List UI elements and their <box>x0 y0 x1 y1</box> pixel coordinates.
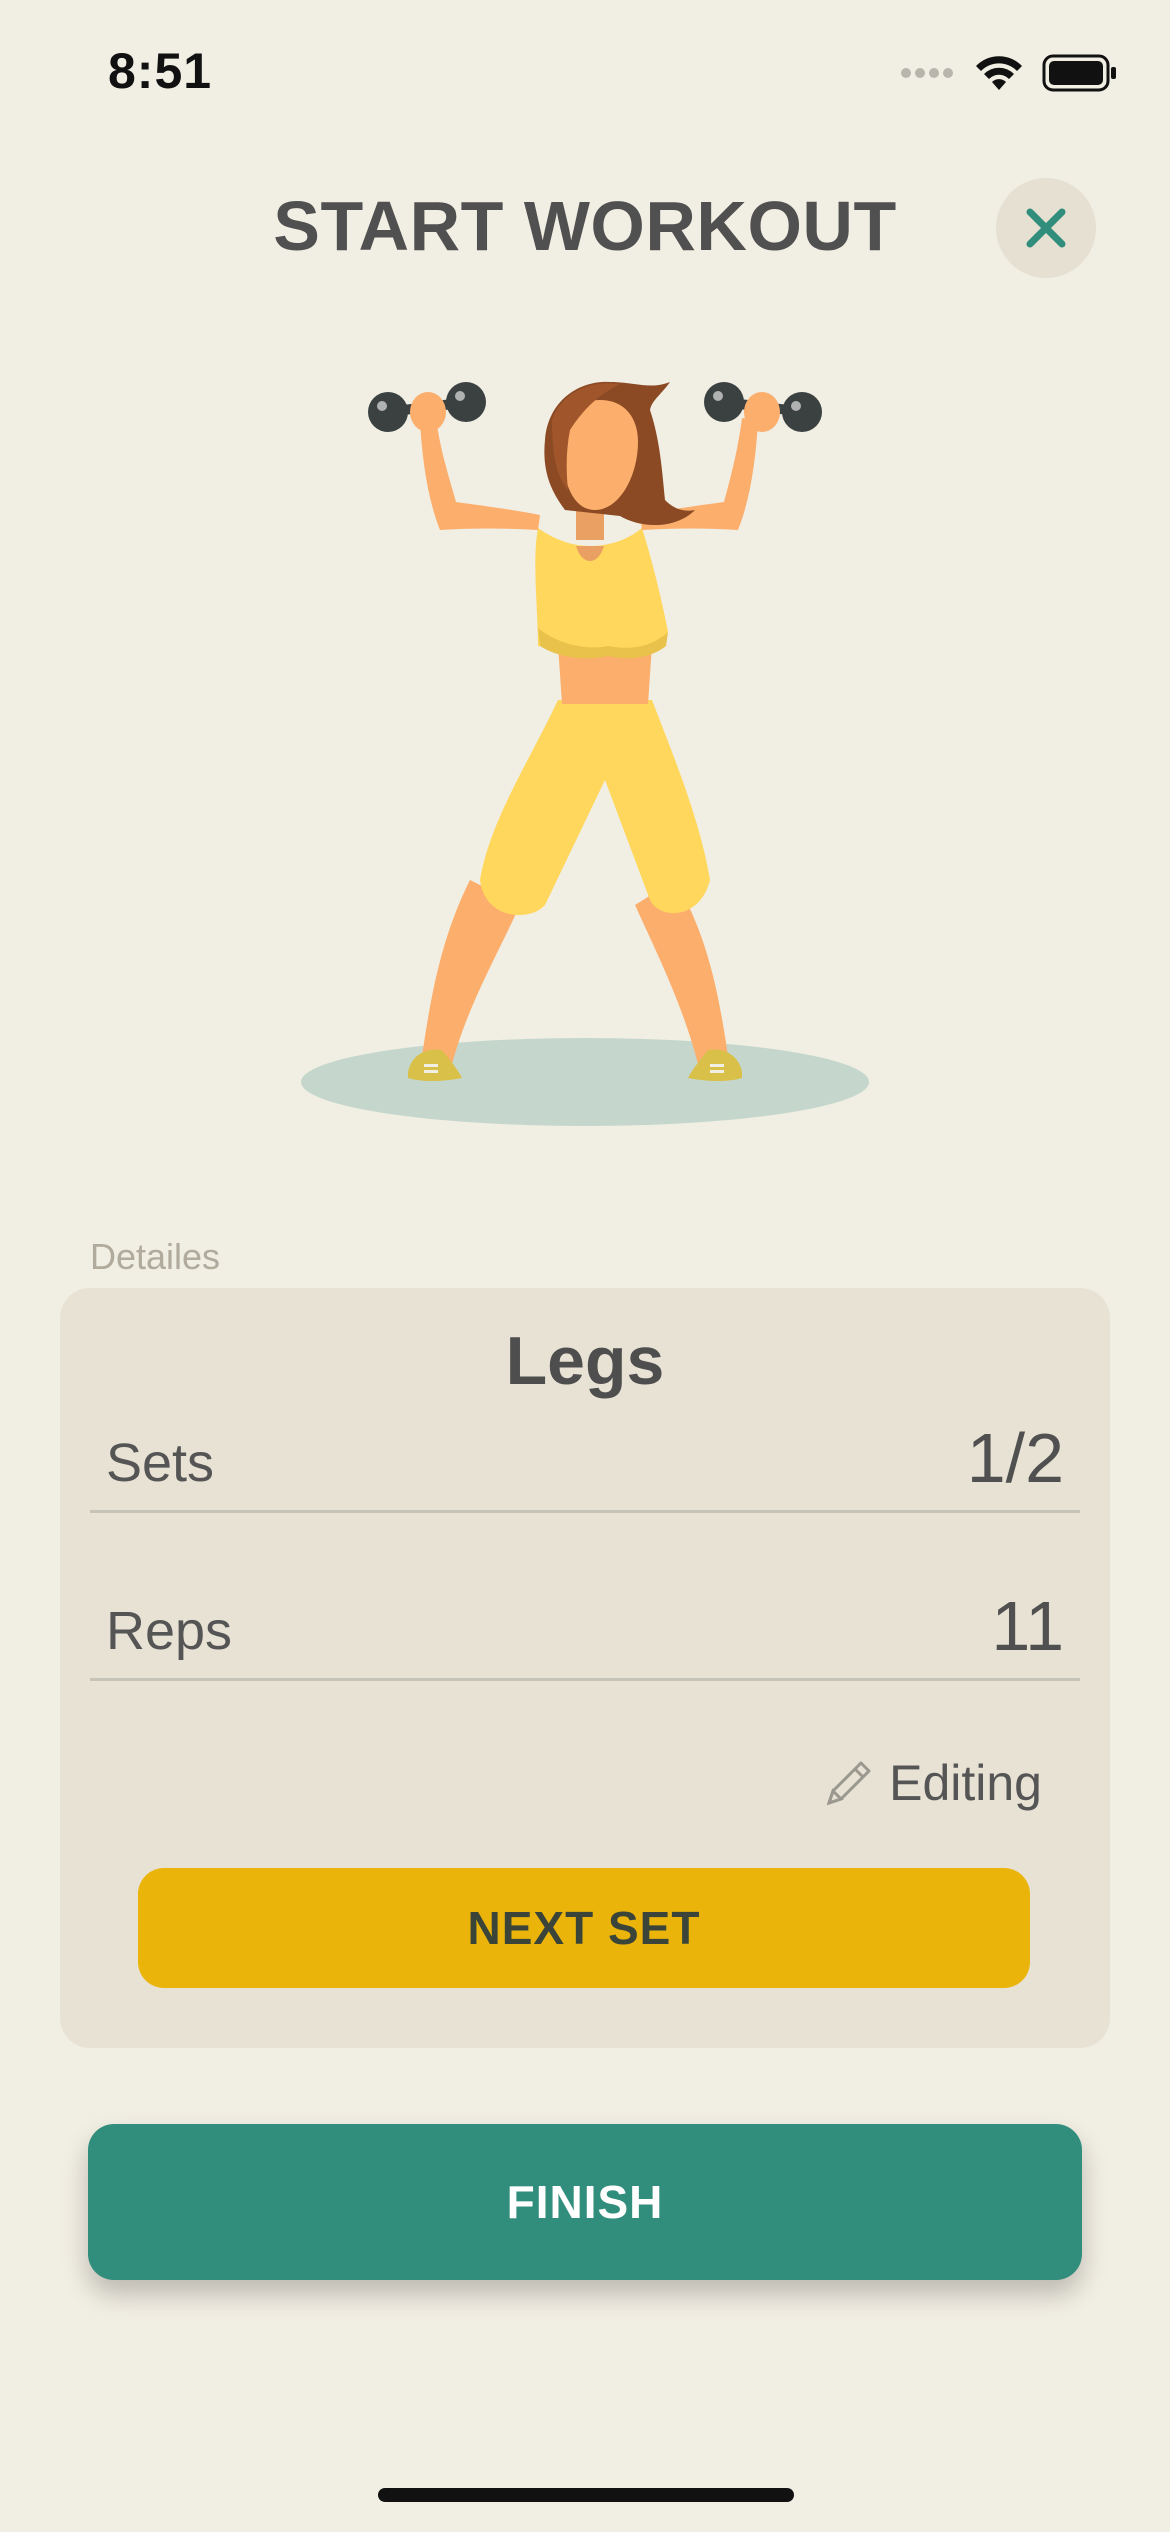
details-card: Legs Sets 1/2 Reps 11 Editing NEXT SET <box>60 1288 1110 2048</box>
next-set-button[interactable]: NEXT SET <box>138 1868 1030 1988</box>
page-title: START WORKOUT <box>273 187 897 265</box>
battery-icon <box>1042 54 1116 92</box>
status-time: 8:51 <box>108 43 213 99</box>
reps-label: Reps <box>106 1601 233 1661</box>
woman-dumbbell-illustration <box>301 381 869 1126</box>
pencil-icon <box>826 1761 871 1806</box>
close-icon <box>1026 208 1066 248</box>
wifi-icon <box>976 56 1022 90</box>
editing-toggle[interactable]: Editing <box>821 1754 1042 1812</box>
sets-row[interactable]: Sets 1/2 <box>90 1418 1080 1513</box>
home-indicator[interactable] <box>378 2488 794 2502</box>
sets-value[interactable]: 1/2 <box>967 1418 1064 1498</box>
finish-label: FINISH <box>506 2176 664 2228</box>
status-icons <box>900 50 1118 96</box>
finish-button[interactable]: FINISH <box>88 2124 1082 2280</box>
editing-label: Editing <box>889 1755 1042 1811</box>
start-workout-screen: 8:51 START WORKOUT Detailes Legs Sets 1/… <box>0 0 1170 2532</box>
reps-row[interactable]: Reps 11 <box>90 1586 1080 1681</box>
signal-dots-icon <box>901 68 953 78</box>
close-button[interactable] <box>996 178 1096 278</box>
section-label-details: Detailes <box>90 1236 221 1277</box>
next-set-label: NEXT SET <box>467 1902 701 1954</box>
reps-value[interactable]: 11 <box>991 1586 1064 1666</box>
sets-label: Sets <box>106 1433 215 1493</box>
exercise-name: Legs <box>505 1323 665 1399</box>
